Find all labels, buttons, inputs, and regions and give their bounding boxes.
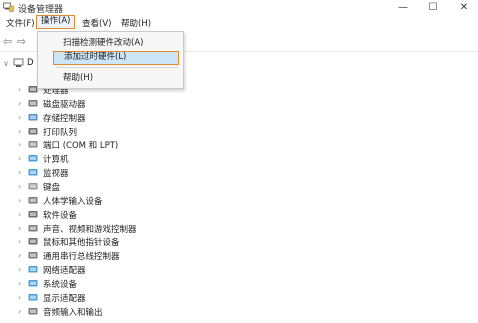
chevron-right-icon[interactable]: › (18, 168, 28, 177)
printer-icon (28, 127, 38, 136)
tree-item-label: 系统设备 (43, 279, 78, 290)
computer-root-icon (13, 58, 24, 67)
forward-arrow-icon[interactable]: ⇨ (17, 35, 26, 48)
tree-item-audio-io[interactable]: › 音频输入和输出 (18, 305, 103, 318)
audio-io-icon (28, 307, 38, 316)
chevron-right-icon[interactable]: › (18, 237, 28, 246)
chevron-right-icon[interactable]: › (18, 140, 28, 149)
chevron-right-icon[interactable]: › (18, 127, 28, 136)
port-icon (28, 140, 38, 149)
tree-item-computer[interactable]: › 计算机 (18, 152, 69, 165)
tree-item-label: 网络适配器 (43, 265, 86, 276)
window-title: 设备管理器 (18, 5, 64, 15)
menu-item-add-legacy-hardware[interactable]: 添加过时硬件(L) (53, 51, 179, 65)
tree-item-label: 通用串行总线控制器 (43, 251, 120, 262)
storage-controller-icon (28, 113, 38, 122)
system-device-icon (28, 279, 38, 288)
chevron-right-icon[interactable]: › (18, 99, 28, 108)
tree-root[interactable]: ∨ D (3, 57, 34, 69)
tree-item-port[interactable]: › 端口 (COM 和 LPT) (18, 138, 118, 151)
display-adapter-icon (28, 293, 38, 302)
action-dropdown-menu: 扫描检测硬件改动(A) 添加过时硬件(L) 帮助(H) (37, 31, 184, 89)
tree-item-monitor[interactable]: › 监视器 (18, 166, 69, 179)
title-bar: 设备管理器 — ☐ ✕ (0, 0, 478, 15)
mouse-icon (28, 237, 38, 246)
device-manager-app-icon (3, 2, 14, 12)
tree-item-label: 监视器 (43, 168, 69, 179)
chevron-down-icon[interactable]: ∨ (3, 59, 13, 68)
tree-item-keyboard[interactable]: › 键盘 (18, 180, 60, 193)
tree-item-storage-controller[interactable]: › 存储控制器 (18, 111, 86, 124)
software-device-icon (28, 210, 38, 219)
tree-item-label: 声音、视频和游戏控制器 (43, 224, 137, 235)
chevron-right-icon[interactable]: › (18, 196, 28, 205)
minimize-button[interactable]: — (389, 0, 417, 15)
back-arrow-icon[interactable]: ⇦ (3, 35, 12, 48)
menu-help[interactable]: 帮助(H) (117, 17, 155, 31)
maximize-button[interactable]: ☐ (419, 0, 447, 15)
network-adapter-icon (28, 265, 38, 274)
chevron-right-icon[interactable]: › (18, 265, 28, 274)
tree-item-label: 计算机 (43, 154, 69, 165)
tree-item-label: 存储控制器 (43, 113, 86, 124)
usb-icon (28, 251, 38, 260)
hid-icon (28, 196, 38, 205)
computer-icon (28, 154, 38, 163)
chevron-right-icon[interactable]: › (18, 182, 28, 191)
chevron-right-icon[interactable]: › (18, 293, 28, 302)
tree-item-disk-drive[interactable]: › 磁盘驱动器 (18, 97, 86, 110)
menu-action[interactable]: 操作(A) (36, 15, 76, 29)
tree-item-label: 打印队列 (43, 127, 78, 138)
tree-item-label: 人体学输入设备 (43, 196, 103, 207)
disk-drive-icon (28, 99, 38, 108)
menu-bar: 文件(F) 操作(A) 查看(V) 帮助(H) (0, 15, 478, 31)
chevron-right-icon[interactable]: › (18, 85, 28, 94)
tree-item-usb[interactable]: › 通用串行总线控制器 (18, 249, 120, 262)
tree-item-mouse[interactable]: › 鼠标和其他指针设备 (18, 235, 120, 248)
sound-icon (28, 224, 38, 233)
tree-item-hid[interactable]: › 人体学输入设备 (18, 194, 103, 207)
chevron-right-icon[interactable]: › (18, 224, 28, 233)
tree-item-label: 磁盘驱动器 (43, 99, 86, 110)
tree-root-label: D (27, 58, 34, 68)
tree-item-label: 键盘 (43, 182, 61, 193)
tree-item-label: 音频输入和输出 (43, 307, 103, 318)
tree-item-label: 软件设备 (43, 210, 78, 221)
chevron-right-icon[interactable]: › (18, 307, 28, 316)
tree-item-display-adapter[interactable]: › 显示适配器 (18, 291, 86, 304)
chevron-right-icon[interactable]: › (18, 113, 28, 122)
chevron-right-icon[interactable]: › (18, 251, 28, 260)
menu-item-help[interactable]: 帮助(H) (38, 71, 183, 85)
menu-file[interactable]: 文件(F) (2, 17, 39, 31)
tree-item-software-device[interactable]: › 软件设备 (18, 208, 77, 221)
menu-separator (56, 67, 178, 68)
tree-item-label: 端口 (COM 和 LPT) (43, 140, 119, 151)
tree-item-printer[interactable]: › 打印队列 (18, 125, 77, 138)
monitor-icon (28, 168, 38, 177)
tree-item-network-adapter[interactable]: › 网络适配器 (18, 263, 86, 276)
chevron-right-icon[interactable]: › (18, 154, 28, 163)
menu-view[interactable]: 查看(V) (78, 17, 115, 31)
tree-item-system-device[interactable]: › 系统设备 (18, 277, 77, 290)
tree-item-sound[interactable]: › 声音、视频和游戏控制器 (18, 222, 137, 235)
chevron-right-icon[interactable]: › (18, 279, 28, 288)
keyboard-icon (28, 182, 38, 191)
menu-item-scan-hardware[interactable]: 扫描检测硬件改动(A) (38, 36, 183, 50)
tree-item-label: 显示适配器 (43, 293, 86, 304)
chevron-right-icon[interactable]: › (18, 210, 28, 219)
tree-item-label: 鼠标和其他指针设备 (43, 237, 120, 248)
close-button[interactable]: ✕ (450, 0, 478, 15)
